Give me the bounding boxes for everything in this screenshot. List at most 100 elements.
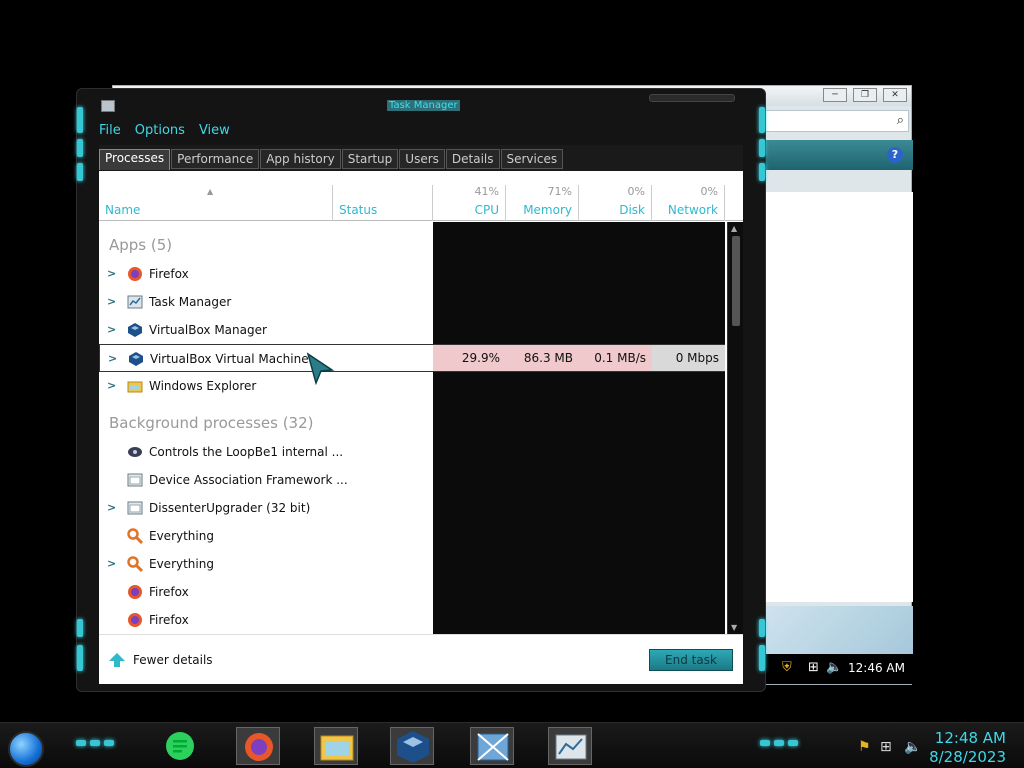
- task-manager-icon: [555, 734, 587, 760]
- taskbar: ⚑ ⊞ 🔈 12:48 AM 8/28/2023: [0, 722, 1024, 768]
- volume-icon[interactable]: 🔈: [826, 660, 842, 675]
- scroll-thumb[interactable]: [732, 236, 740, 326]
- action-center-flag-icon[interactable]: ⚑: [858, 739, 871, 755]
- taskbar-notes-app[interactable]: [158, 727, 202, 765]
- disk-cell: 0.1 MB/s: [579, 345, 652, 371]
- column-disk[interactable]: 0% Disk: [579, 185, 652, 221]
- tab-performance[interactable]: Performance: [171, 149, 260, 169]
- close-icon[interactable]: ✕: [883, 88, 907, 102]
- network-cell: 0 Mbps: [652, 345, 725, 371]
- clock-date: 8/28/2023: [929, 748, 1006, 766]
- column-name[interactable]: Name: [99, 185, 333, 221]
- tab-startup[interactable]: Startup: [341, 149, 399, 169]
- shield-icon[interactable]: ⛨: [782, 660, 792, 675]
- scroll-up-icon[interactable]: ▲: [731, 224, 737, 233]
- fewer-details-link[interactable]: Fewer details: [109, 653, 213, 667]
- end-task-button[interactable]: End task: [649, 649, 733, 671]
- cpu-cell: 29.9%: [433, 345, 506, 371]
- memory-cell: 86.3 MB: [506, 345, 579, 371]
- column-status[interactable]: Status: [333, 185, 433, 221]
- everything-search-icon: [127, 528, 143, 544]
- process-name: Everything: [149, 529, 214, 543]
- virtualbox-icon: [397, 731, 429, 763]
- process-name: DissenterUpgrader (32 bit): [149, 501, 311, 515]
- process-row[interactable]: > Windows Explorer: [99, 372, 725, 400]
- background-tray: ⛨ ⊞ 🔈 12:46 AM: [758, 654, 912, 684]
- taskbar-task-manager[interactable]: [548, 727, 592, 765]
- group-header-apps: Apps (5): [109, 236, 173, 254]
- column-header: ▲ Name Status 41% CPU 71% Memory 0% Disk 0%…: [99, 185, 743, 221]
- vista-app-icon: [477, 733, 509, 761]
- firefox-icon: [128, 585, 142, 599]
- process-name: Everything: [149, 557, 214, 571]
- expand-chevron-icon[interactable]: >: [107, 323, 116, 336]
- volume-icon[interactable]: 🔈: [904, 739, 921, 755]
- virtualbox-icon: [129, 352, 143, 366]
- taskbar-explorer[interactable]: [314, 727, 358, 765]
- explorer-icon: [320, 735, 354, 761]
- arrow-up-icon: [109, 653, 125, 667]
- network-icon[interactable]: ⊞: [880, 739, 892, 755]
- service-window-icon: [127, 473, 143, 487]
- notes-app-icon: [166, 732, 194, 760]
- firefox-icon: [128, 613, 142, 627]
- process-row[interactable]: > DissenterUpgrader (32 bit): [99, 494, 725, 522]
- service-window-icon: [127, 501, 143, 515]
- vertical-scrollbar[interactable]: ▲ ▼: [727, 222, 743, 634]
- search-box[interactable]: ⌕: [759, 110, 909, 132]
- expand-chevron-icon[interactable]: >: [107, 295, 116, 308]
- process-name: Windows Explorer: [149, 379, 257, 393]
- background-toolbar: ?: [759, 140, 913, 170]
- expand-chevron-icon[interactable]: >: [107, 267, 116, 280]
- minimize-icon[interactable]: ─: [823, 88, 847, 102]
- process-name: VirtualBox Virtual Machine: [150, 352, 309, 366]
- menu-view[interactable]: View: [199, 123, 230, 143]
- network-icon[interactable]: ⊞: [808, 660, 819, 675]
- start-button[interactable]: [8, 731, 44, 767]
- expand-chevron-icon[interactable]: >: [107, 557, 116, 570]
- taskbar-virtualbox[interactable]: [390, 727, 434, 765]
- expand-chevron-icon[interactable]: >: [108, 352, 117, 365]
- process-row[interactable]: > Everything: [99, 550, 725, 578]
- task-manager-client: ▲ Name Status 41% CPU 71% Memory 0% Disk 0%…: [99, 145, 743, 634]
- tab-bar: Processes Performance App history Startu…: [99, 149, 564, 170]
- search-icon[interactable]: ⌕: [897, 113, 904, 128]
- expand-chevron-icon[interactable]: >: [107, 379, 116, 392]
- tab-services[interactable]: Services: [500, 149, 564, 169]
- column-cpu[interactable]: 41% CPU: [433, 185, 506, 221]
- expand-chevron-icon[interactable]: >: [107, 501, 116, 514]
- process-name: Device Association Framework ...: [149, 473, 348, 487]
- column-network[interactable]: 0% Network: [652, 185, 725, 221]
- process-row-selected[interactable]: > VirtualBox Virtual Machine 29.9% 86.3 …: [99, 344, 725, 372]
- footer-bar: Fewer details End task: [99, 634, 743, 684]
- process-row[interactable]: Everything: [99, 522, 725, 550]
- taskbar-firefox[interactable]: [236, 727, 280, 765]
- process-row[interactable]: Firefox: [99, 606, 725, 634]
- task-manager-app-icon[interactable]: [101, 100, 115, 112]
- process-row[interactable]: > Task Manager: [99, 288, 725, 316]
- tab-users[interactable]: Users: [399, 149, 445, 169]
- process-name: Task Manager: [149, 295, 232, 309]
- scroll-down-icon[interactable]: ▼: [731, 623, 737, 632]
- desktop: ─ ❐ ✕ ⌕ ? ⛨ ⊞ 🔈 12:46 AM Task Manager Fi…: [0, 0, 1024, 768]
- tab-details[interactable]: Details: [445, 149, 500, 169]
- help-icon[interactable]: ?: [887, 147, 903, 163]
- virtualbox-icon: [128, 323, 142, 337]
- taskbar-clock[interactable]: 12:48 AM 8/28/2023: [929, 729, 1006, 767]
- window-title: Task Manager: [387, 100, 460, 111]
- column-memory[interactable]: 71% Memory: [506, 185, 579, 221]
- explorer-icon: [127, 381, 143, 393]
- process-row[interactable]: Controls the LoopBe1 internal ...: [99, 438, 725, 466]
- process-row[interactable]: > VirtualBox Manager: [99, 316, 725, 344]
- tab-app-history[interactable]: App history: [260, 149, 341, 169]
- taskbar-vista-app[interactable]: [470, 727, 514, 765]
- background-wallpaper-preview: [763, 606, 913, 654]
- tab-processes[interactable]: Processes: [99, 149, 171, 170]
- menu-options[interactable]: Options: [135, 123, 185, 143]
- restore-icon[interactable]: ❐: [853, 88, 877, 102]
- task-manager-window[interactable]: Task Manager File Options View ▲ Name St…: [76, 88, 766, 692]
- process-row[interactable]: Firefox: [99, 578, 725, 606]
- process-row[interactable]: > Firefox: [99, 260, 725, 288]
- process-row[interactable]: Device Association Framework ...: [99, 466, 725, 494]
- menu-file[interactable]: File: [99, 123, 121, 143]
